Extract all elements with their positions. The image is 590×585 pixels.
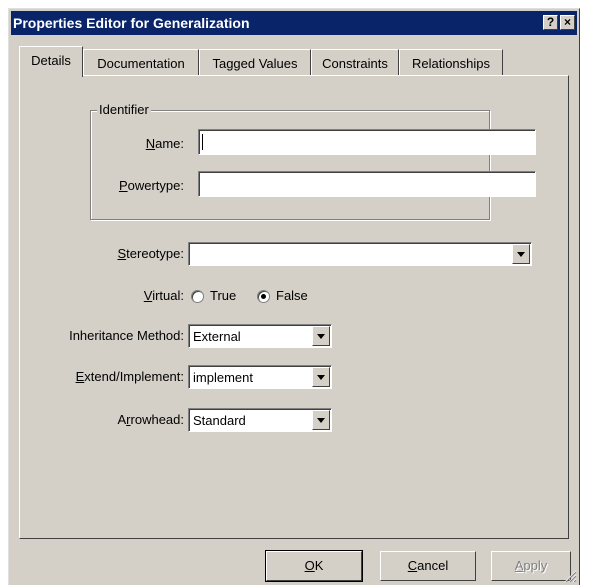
chevron-down-icon — [317, 334, 325, 339]
virtual-false-label[interactable]: False — [276, 288, 308, 303]
tab-constraints[interactable]: Constraints — [311, 49, 399, 75]
stereotype-label: Stereotype: — [117, 246, 185, 261]
inheritance-method-label: Inheritance Method: — [69, 328, 184, 343]
close-button[interactable]: × — [560, 15, 575, 30]
virtual-false-radio[interactable] — [257, 290, 270, 303]
chevron-down-icon — [317, 418, 325, 423]
tab-tagged-values[interactable]: Tagged Values — [199, 49, 311, 75]
name-field[interactable] — [198, 129, 536, 155]
powertype-label: Powertype: — [118, 178, 184, 193]
text-caret — [202, 134, 203, 150]
arrowhead-dropdown[interactable]: Standard — [188, 408, 332, 432]
stereotype-dropdown[interactable] — [188, 242, 532, 266]
title-bar: Properties Editor for Generalization ? × — [11, 11, 577, 35]
chevron-down-icon — [317, 375, 325, 380]
name-label: Name: — [145, 136, 184, 151]
extend-implement-label: Extend/Implement: — [75, 369, 184, 384]
help-button[interactable]: ? — [543, 15, 558, 30]
cancel-button[interactable]: Cancel — [380, 551, 476, 581]
properties-dialog: Properties Editor for Generalization ? ×… — [8, 8, 580, 585]
inheritance-dropdown-button[interactable] — [312, 326, 330, 346]
identifier-legend: Identifier — [97, 102, 151, 117]
powertype-field[interactable] — [198, 171, 536, 197]
stereotype-dropdown-button[interactable] — [512, 244, 530, 264]
extend-dropdown-button[interactable] — [312, 367, 330, 387]
virtual-label: Virtual: — [143, 288, 184, 303]
tab-details[interactable]: Details — [19, 46, 83, 77]
window-title: Properties Editor for Generalization — [13, 15, 250, 31]
apply-button[interactable]: Apply — [491, 551, 571, 581]
ok-button[interactable]: OK — [265, 550, 363, 582]
resize-grip-icon[interactable] — [564, 570, 577, 583]
extend-implement-dropdown[interactable]: implement — [188, 365, 332, 389]
tab-documentation[interactable]: Documentation — [83, 49, 199, 75]
virtual-true-label[interactable]: True — [210, 288, 236, 303]
chevron-down-icon — [517, 252, 525, 257]
radio-selected-dot — [261, 294, 266, 299]
virtual-true-radio[interactable] — [191, 290, 204, 303]
tab-relationships[interactable]: Relationships — [399, 49, 503, 75]
details-panel: Identifier Name: Powertype: Stereotype: … — [19, 75, 569, 539]
inheritance-method-dropdown[interactable]: External — [188, 324, 332, 348]
arrowhead-dropdown-button[interactable] — [312, 410, 330, 430]
arrowhead-label: Arrowhead: — [117, 412, 185, 427]
identifier-group: Identifier Name: Powertype: — [90, 102, 536, 220]
